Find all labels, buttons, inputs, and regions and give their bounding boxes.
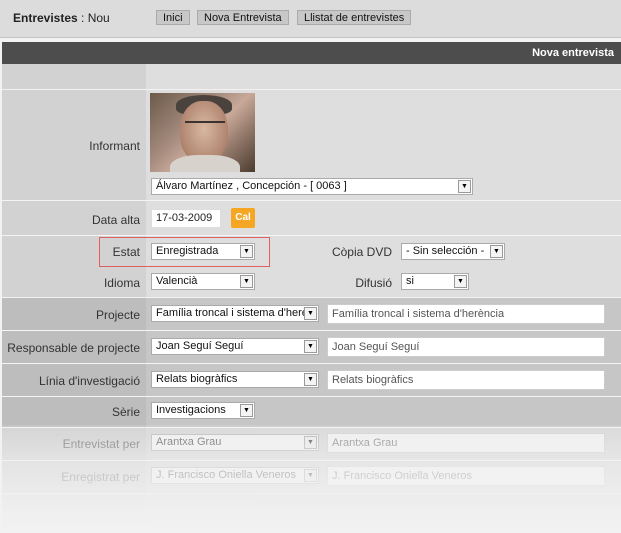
responsable-text[interactable]: Joan Seguí Seguí bbox=[327, 337, 605, 357]
app-title: Entrevistes : Nou bbox=[13, 11, 110, 25]
enregistrat-text[interactable]: J. Francisco Oniella Veneros bbox=[327, 466, 605, 486]
enregistrat-select[interactable]: J. Francisco Oniella Veneros ▼ bbox=[151, 467, 319, 484]
linia-select[interactable]: Relats biogràfics ▼ bbox=[151, 371, 319, 388]
chevron-down-icon: ▼ bbox=[454, 275, 467, 288]
linia-value: Relats biogràfics bbox=[156, 373, 238, 385]
section-header: Nova entrevista bbox=[2, 42, 621, 64]
data-alta-field[interactable]: 17-03-2009 bbox=[151, 209, 221, 228]
copia-dvd-label: Còpia DVD bbox=[331, 245, 392, 259]
entrevistat-label: Entrevistat per bbox=[62, 437, 140, 451]
app-title-mode: Nou bbox=[87, 11, 110, 25]
nav-inici-button[interactable]: Inici bbox=[156, 10, 190, 25]
linia-text[interactable]: Relats biogràfics bbox=[327, 370, 605, 390]
nav-nova-entrevista-button[interactable]: Nova Entrevista bbox=[197, 10, 289, 25]
difusio-select[interactable]: si ▼ bbox=[401, 273, 469, 290]
projecte-value: Família troncal i sistema d'herè bbox=[156, 307, 308, 319]
informant-value: Álvaro Martínez , Concepción - [ 0063 ] bbox=[156, 180, 347, 192]
responsable-value: Joan Seguí Seguí bbox=[156, 340, 244, 352]
responsable-select[interactable]: Joan Seguí Seguí ▼ bbox=[151, 338, 319, 355]
chevron-down-icon: ▼ bbox=[304, 373, 317, 386]
idioma-label: Idioma bbox=[103, 276, 140, 290]
chevron-down-icon: ▼ bbox=[304, 340, 317, 353]
projecte-text[interactable]: Família troncal i sistema d'herència bbox=[327, 304, 605, 324]
serie-value: Investigacions bbox=[156, 404, 226, 416]
projecte-select[interactable]: Família troncal i sistema d'herè ▼ bbox=[151, 305, 319, 322]
chevron-down-icon: ▼ bbox=[304, 307, 317, 320]
responsable-label: Responsable de projecte bbox=[7, 341, 140, 355]
serie-select[interactable]: Investigacions ▼ bbox=[151, 402, 255, 419]
projecte-label: Projecte bbox=[95, 308, 140, 322]
chevron-down-icon: ▼ bbox=[240, 404, 253, 417]
entrevistat-text[interactable]: Arantxa Grau bbox=[327, 433, 605, 453]
app-title-separator: : bbox=[77, 11, 88, 25]
copia-dvd-select[interactable]: - Sin selección - ▼ bbox=[401, 243, 505, 260]
chevron-down-icon: ▼ bbox=[240, 275, 253, 288]
enregistrat-label: Enregistrat per bbox=[61, 470, 140, 484]
difusio-label: Difusió bbox=[355, 276, 392, 290]
idioma-value: Valencià bbox=[156, 275, 198, 287]
calendar-button[interactable]: Cal bbox=[231, 208, 255, 228]
difusio-value: si bbox=[406, 275, 414, 287]
serie-label: Sèrie bbox=[111, 405, 140, 419]
chevron-down-icon: ▼ bbox=[304, 469, 317, 482]
entrevistat-select[interactable]: Arantxa Grau ▼ bbox=[151, 434, 319, 451]
estat-highlight-box bbox=[99, 237, 270, 267]
informant-photo bbox=[150, 93, 255, 172]
informant-label: Informant bbox=[89, 139, 140, 153]
idioma-select[interactable]: Valencià ▼ bbox=[151, 273, 255, 290]
top-bar: Entrevistes : Nou Inici Nova Entrevista … bbox=[0, 0, 621, 38]
chevron-down-icon: ▼ bbox=[458, 180, 471, 193]
app-title-section: Entrevistes bbox=[13, 11, 78, 25]
informant-select[interactable]: Álvaro Martínez , Concepción - [ 0063 ] … bbox=[151, 178, 473, 195]
trailing-row bbox=[2, 494, 621, 533]
entrevistat-value: Arantxa Grau bbox=[156, 436, 222, 448]
nav-llistat-button[interactable]: Llistat de entrevistes bbox=[297, 10, 412, 25]
chevron-down-icon: ▼ bbox=[304, 436, 317, 449]
copia-dvd-value: - Sin selección - bbox=[406, 245, 485, 257]
data-alta-label: Data alta bbox=[91, 213, 140, 227]
spacer-row bbox=[2, 64, 621, 89]
chevron-down-icon: ▼ bbox=[490, 245, 503, 258]
linia-label: Línia d'investigació bbox=[38, 374, 140, 388]
enregistrat-value: J. Francisco Oniella Veneros bbox=[156, 469, 297, 481]
